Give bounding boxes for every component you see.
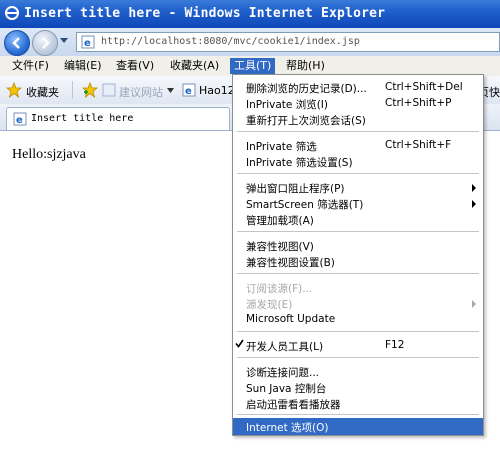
back-arrow-icon: [12, 37, 20, 49]
menu-separator: [237, 357, 479, 358]
tools-menu: 删除浏览的历史记录(D)... Ctrl+Shift+Del InPrivate …: [232, 74, 484, 436]
menu-item-compat-view-settings[interactable]: 兼容性视图设置(B): [233, 253, 483, 270]
menu-item-popup-blocker[interactable]: 弹出窗口阻止程序(P): [233, 179, 483, 196]
address-bar[interactable]: e http://localhost:8080/mvc/cookie1/inde…: [76, 32, 500, 52]
tab-active[interactable]: e Insert title here: [6, 107, 230, 130]
menu-separator: [237, 331, 479, 332]
menu-separator: [237, 173, 479, 174]
menu-item-compat-view[interactable]: 兼容性视图(V): [233, 237, 483, 254]
menu-separator: [237, 131, 479, 132]
menu-item-delete-history[interactable]: 删除浏览的历史记录(D)... Ctrl+Shift+Del: [233, 79, 483, 96]
menu-item-microsoft-update[interactable]: Microsoft Update: [233, 311, 483, 328]
favorites-label[interactable]: 收藏夹: [26, 84, 59, 100]
suggested-sites-icon: [102, 83, 116, 97]
menu-separator: [237, 231, 479, 232]
menu-item-subscribe-feed[interactable]: 订阅该源(F)...: [233, 279, 483, 296]
chevron-down-icon[interactable]: [167, 88, 174, 93]
menu-item-developer-tools[interactable]: 开发人员工具(L) F12: [233, 337, 483, 354]
forward-arrow-icon: [42, 37, 50, 49]
page-ie-icon: e: [81, 35, 95, 49]
tab-ie-icon: e: [13, 112, 27, 126]
checkmark-icon: [235, 339, 244, 348]
window-titlebar[interactable]: Insert title here - Windows Internet Exp…: [0, 0, 500, 28]
address-url[interactable]: http://localhost:8080/mvc/cookie1/index.…: [101, 36, 360, 47]
menu-item-diagnose-connection[interactable]: 诊断连接问题...: [233, 363, 483, 380]
tab-title: Insert title here: [31, 113, 134, 124]
navigation-bar: e http://localhost:8080/mvc/cookie1/inde…: [0, 28, 500, 57]
hao123-ie-icon: e: [182, 83, 196, 97]
forward-button[interactable]: [32, 30, 58, 56]
menu-item-inprivate-filter-settings[interactable]: InPrivate 筛选设置(S): [233, 153, 483, 170]
menu-tools[interactable]: 工具(T): [230, 58, 276, 74]
favorites-link-hao123[interactable]: Hao12: [199, 84, 235, 97]
menu-item-xunlei-player[interactable]: 启动迅雷看看播放器: [233, 395, 483, 412]
menu-item-smartscreen[interactable]: SmartScreen 筛选器(T): [233, 195, 483, 212]
menu-separator: [237, 414, 479, 415]
history-dropdown-icon[interactable]: [60, 38, 68, 43]
menu-file[interactable]: 文件(F): [8, 58, 53, 74]
submenu-arrow-icon: [472, 200, 476, 208]
menu-item-manage-addons[interactable]: 管理加载项(A): [233, 211, 483, 228]
menu-item-feed-discovery[interactable]: 源发现(E): [233, 295, 483, 312]
add-favorite-icon[interactable]: [82, 82, 98, 98]
menu-item-internet-options[interactable]: Internet 选项(O): [233, 418, 483, 435]
page-body-text: Hello:sjzjava: [12, 147, 86, 162]
divider: [72, 81, 73, 99]
svg-text:e: e: [84, 38, 91, 49]
ie-logo-icon: [5, 6, 19, 20]
menu-view[interactable]: 查看(V): [112, 58, 158, 74]
menu-item-reopen-session[interactable]: 重新打开上次浏览会话(S): [233, 111, 483, 128]
submenu-arrow-icon: [472, 300, 476, 308]
menu-help[interactable]: 帮助(H): [282, 58, 329, 74]
svg-text:e: e: [185, 86, 192, 97]
favorites-link-suggested-sites[interactable]: 建议网站: [119, 84, 163, 100]
favorites-star-icon[interactable]: [6, 82, 22, 98]
menu-separator: [237, 273, 479, 274]
menu-item-java-console[interactable]: Sun Java 控制台: [233, 379, 483, 396]
svg-text:e: e: [16, 115, 23, 126]
back-button[interactable]: [4, 30, 30, 56]
menu-item-inprivate-filter[interactable]: InPrivate 筛选 Ctrl+Shift+F: [233, 137, 483, 154]
submenu-arrow-icon: [472, 184, 476, 192]
menu-favorites[interactable]: 收藏夹(A): [166, 58, 223, 74]
menu-edit[interactable]: 编辑(E): [60, 58, 106, 74]
window-title: Insert title here - Windows Internet Exp…: [24, 6, 386, 21]
menu-item-inprivate-browsing[interactable]: InPrivate 浏览(I) Ctrl+Shift+P: [233, 95, 483, 112]
